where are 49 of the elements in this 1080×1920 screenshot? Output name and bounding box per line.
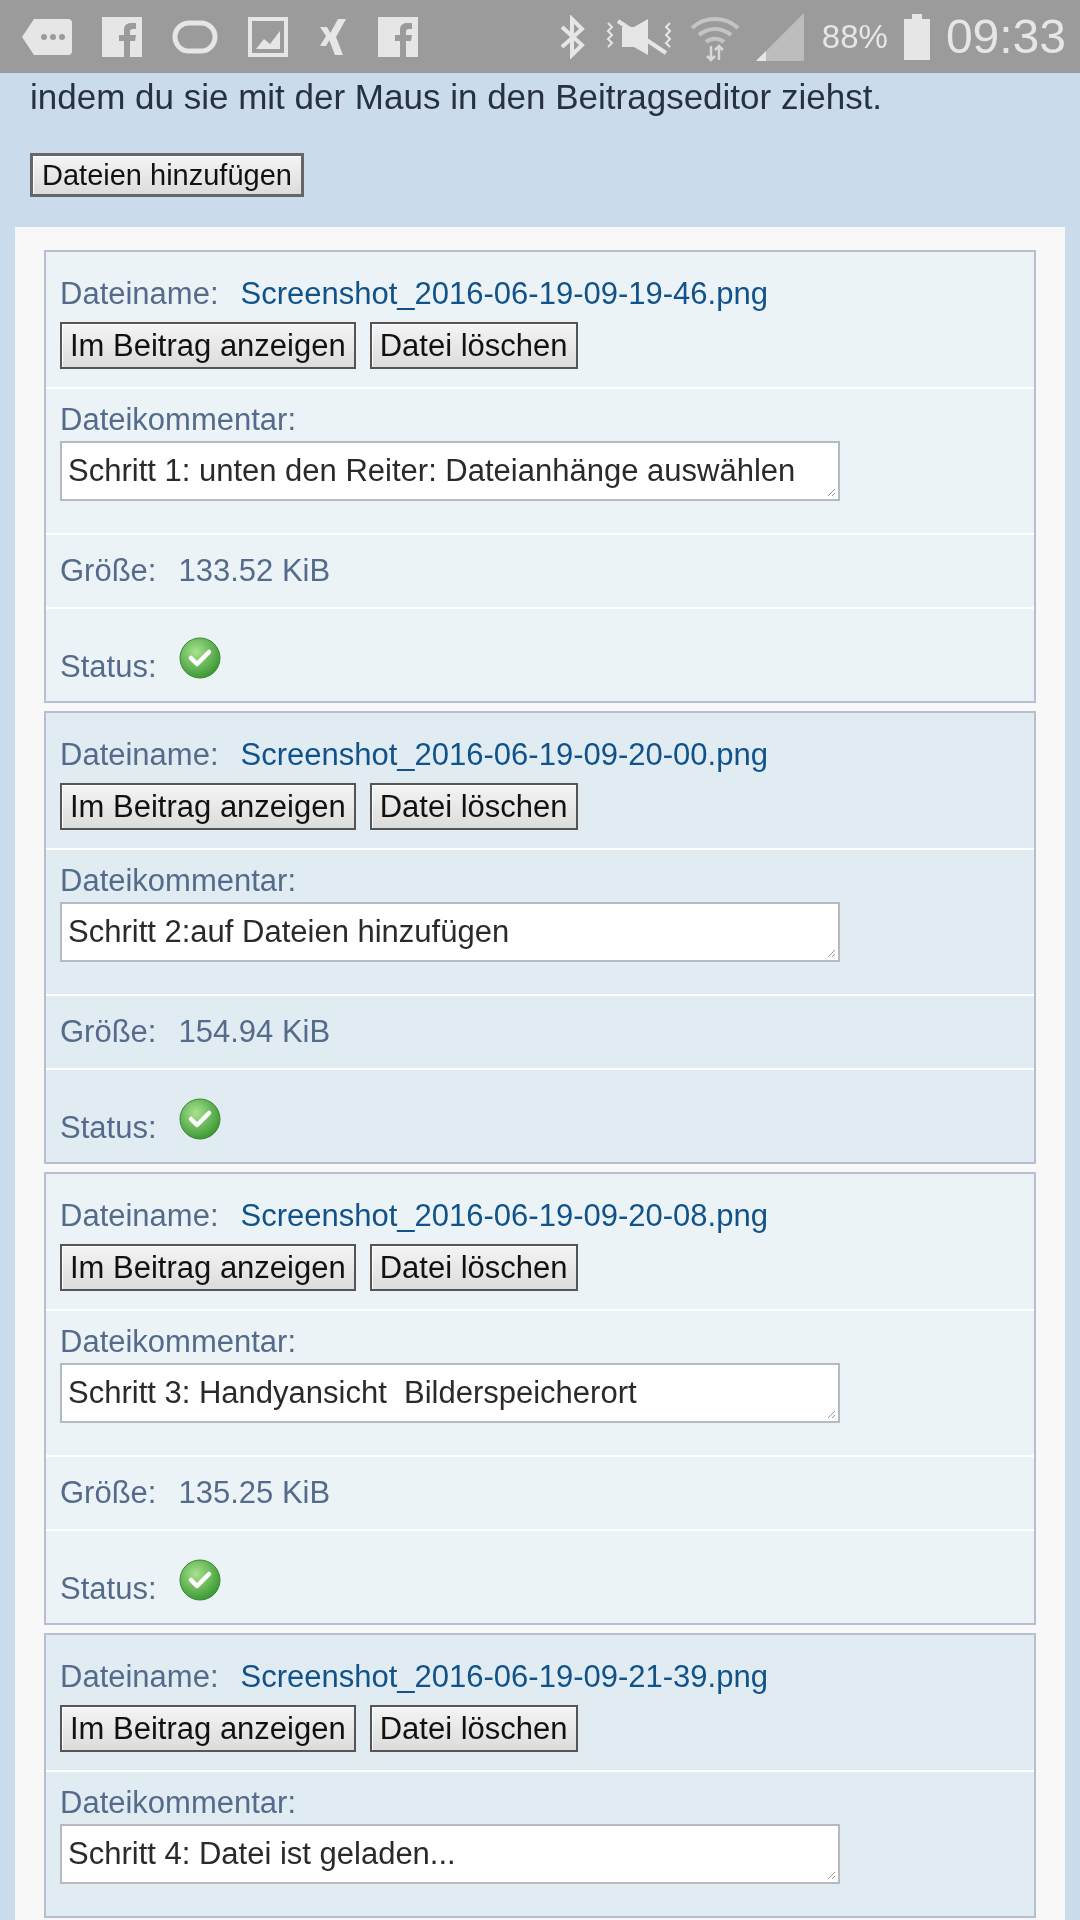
comment-label: Dateikommentar: (60, 1784, 298, 1822)
signal-icon (755, 12, 806, 61)
battery-icon (903, 13, 930, 60)
add-files-button[interactable]: Dateien hinzufügen (30, 153, 304, 197)
filename-label: Dateiname: (60, 1198, 219, 1234)
xing-icon (318, 18, 348, 55)
ring-icon (172, 19, 218, 54)
status-label: Status: (60, 1110, 157, 1146)
resize-grip-icon[interactable] (826, 948, 836, 958)
delete-file-button[interactable]: Datei löschen (369, 1705, 578, 1752)
filename-label: Dateiname: (60, 737, 219, 773)
show-in-post-button[interactable]: Im Beitrag anzeigen (60, 322, 356, 369)
comment-label: Dateikommentar: (60, 401, 298, 439)
message-icon (22, 18, 72, 55)
delete-file-button[interactable]: Datei löschen (369, 783, 578, 830)
status-label: Status: (60, 649, 157, 685)
comment-field[interactable]: Schritt 1: unten den Reiter: Dateianhänge auswählen (60, 441, 840, 501)
size-value: 135.25 KiB (178, 1475, 331, 1511)
filename-link[interactable]: Screenshot_2016-06-19-09-20-00.png (240, 737, 768, 773)
comment-field[interactable]: Schritt 2:auf Dateien hinzufügen (60, 902, 840, 962)
resize-grip-icon[interactable] (826, 487, 836, 497)
delete-file-button[interactable]: Datei löschen (369, 1244, 578, 1291)
comment-field[interactable]: Schritt 3: Handyansicht Bilderspeicherort (60, 1363, 840, 1423)
size-value: 154.94 KiB (178, 1014, 331, 1050)
comment-field[interactable]: Schritt 4: Datei ist geladen... (60, 1824, 840, 1884)
clock-time: 09:33 (945, 9, 1066, 64)
resize-grip-icon[interactable] (826, 1870, 836, 1880)
size-label: Größe: (60, 1014, 157, 1050)
comment-label: Dateikommentar: (60, 1323, 298, 1361)
size-value: 133.52 KiB (178, 553, 331, 589)
filename-link[interactable]: Screenshot_2016-06-19-09-21-39.png (240, 1659, 768, 1695)
comment-label: Dateikommentar: (60, 862, 298, 900)
size-label: Größe: (60, 553, 157, 589)
filename-link[interactable]: Screenshot_2016-06-19-09-20-08.png (240, 1198, 768, 1234)
battery-percent: 88% (821, 17, 888, 56)
image-icon (248, 16, 288, 57)
filename-link[interactable]: Screenshot_2016-06-19-09-19-46.png (240, 276, 768, 312)
status-label: Status: (60, 1571, 157, 1607)
intro-text: indem du sie mit der Maus in den Beitragseditor ziehst. (30, 77, 884, 117)
facebook-icon (378, 16, 418, 57)
show-in-post-button[interactable]: Im Beitrag anzeigen (60, 1705, 356, 1752)
size-label: Größe: (60, 1475, 157, 1511)
filename-label: Dateiname: (60, 1659, 219, 1695)
resize-grip-icon[interactable] (826, 1409, 836, 1419)
show-in-post-button[interactable]: Im Beitrag anzeigen (60, 1244, 356, 1291)
show-in-post-button[interactable]: Im Beitrag anzeigen (60, 783, 356, 830)
delete-file-button[interactable]: Datei löschen (369, 322, 578, 369)
facebook-icon (102, 16, 142, 57)
filename-label: Dateiname: (60, 276, 219, 312)
